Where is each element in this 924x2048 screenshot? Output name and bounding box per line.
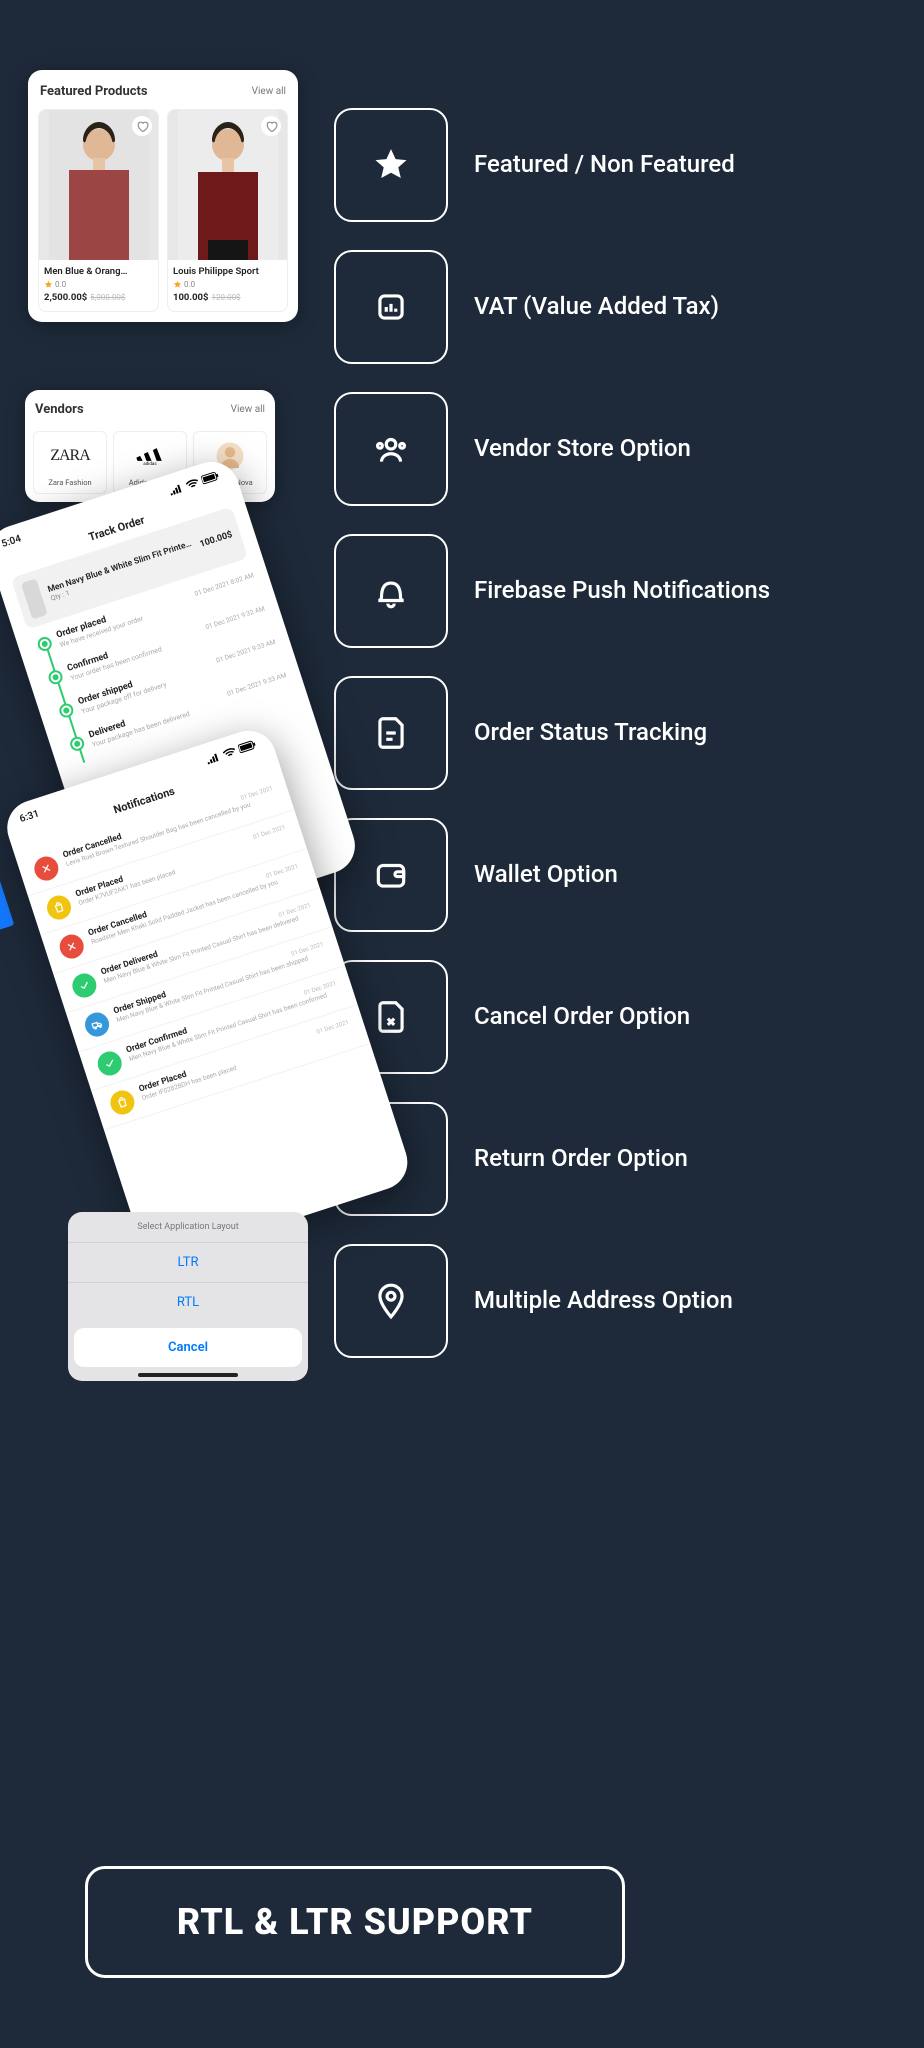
star-icon xyxy=(334,108,448,222)
decorative-bar xyxy=(0,858,14,931)
check-icon xyxy=(95,1048,125,1078)
section-title: Featured Products xyxy=(40,84,148,99)
feature-address: Multiple Address Option xyxy=(334,1244,894,1358)
zara-logo-icon: ZARA xyxy=(36,438,104,474)
file-icon xyxy=(334,676,448,790)
product-price: 2,500.00$5,000.00$ xyxy=(44,292,153,303)
feature-list: Featured / Non Featured VAT (Value Added… xyxy=(334,108,894,1386)
product-card[interactable]: Louis Philippe Sport 0.0 100.00$120.00$ xyxy=(167,109,288,312)
feature-label: Featured / Non Featured xyxy=(474,146,735,183)
feature-vendor: Vendor Store Option xyxy=(334,392,894,506)
feature-vat: VAT (Value Added Tax) xyxy=(334,250,894,364)
heart-icon[interactable] xyxy=(261,116,281,136)
x-icon xyxy=(31,853,61,883)
feature-return: Return Order Option xyxy=(334,1102,894,1216)
rtl-ltr-banner: RTL & LTR SUPPORT xyxy=(85,1866,625,1978)
section-title: Vendors xyxy=(35,402,84,417)
feature-label: Return Order Option xyxy=(474,1140,688,1177)
product-card[interactable]: Men Blue & Orang… 0.0 2,500.00$5,000.00$ xyxy=(38,109,159,312)
home-indicator xyxy=(138,1373,238,1377)
truck-icon xyxy=(82,1009,112,1039)
feature-label: Order Status Tracking xyxy=(474,714,707,751)
vendor-name: Zara Fashion xyxy=(36,478,104,487)
layout-option-ltr[interactable]: LTR xyxy=(68,1242,308,1282)
bag-icon xyxy=(107,1087,137,1117)
product-name: Men Blue & Orang… xyxy=(44,266,153,277)
feature-wallet: Wallet Option xyxy=(334,818,894,932)
product-price: 100.00$120.00$ xyxy=(173,292,282,303)
cancel-button[interactable]: Cancel xyxy=(74,1328,302,1367)
x-icon xyxy=(57,931,87,961)
bell-icon xyxy=(334,534,448,648)
pin-icon xyxy=(334,1244,448,1358)
feature-label: Multiple Address Option xyxy=(474,1282,733,1319)
layout-option-rtl[interactable]: RTL xyxy=(68,1282,308,1322)
feature-label: Wallet Option xyxy=(474,856,618,893)
chart-icon xyxy=(334,250,448,364)
feature-label: VAT (Value Added Tax) xyxy=(474,288,719,325)
order-thumbnail xyxy=(21,578,48,619)
feature-push: Firebase Push Notifications xyxy=(334,534,894,648)
status-time: 6:31 xyxy=(18,808,40,825)
featured-products-card: Featured Products View all Men Blue & Or… xyxy=(28,70,298,322)
product-rating: 0.0 xyxy=(44,280,153,289)
heart-icon[interactable] xyxy=(132,116,152,136)
view-all-link[interactable]: View all xyxy=(231,404,265,415)
feature-label: Firebase Push Notifications xyxy=(474,572,770,609)
svg-text:adidas: adidas xyxy=(143,461,157,466)
bag-icon xyxy=(44,892,74,922)
people-icon xyxy=(334,392,448,506)
adidas-logo-icon: adidas xyxy=(116,438,184,474)
feature-tracking: Order Status Tracking xyxy=(334,676,894,790)
feature-featured: Featured / Non Featured xyxy=(334,108,894,222)
product-rating: 0.0 xyxy=(173,280,282,289)
feature-label: Vendor Store Option xyxy=(474,430,691,467)
view-all-link[interactable]: View all xyxy=(252,86,286,97)
check-icon xyxy=(69,970,99,1000)
order-price: 100.00$ xyxy=(199,530,234,550)
status-time: 5:04 xyxy=(0,533,22,550)
layout-selector-sheet: Select Application Layout LTR RTL Cancel xyxy=(68,1212,308,1381)
feature-label: Cancel Order Option xyxy=(474,998,690,1035)
product-name: Louis Philippe Sport xyxy=(173,266,282,277)
feature-cancel: Cancel Order Option xyxy=(334,960,894,1074)
vendor-item[interactable]: ZARA Zara Fashion xyxy=(33,431,107,494)
sheet-title: Select Application Layout xyxy=(68,1212,308,1242)
